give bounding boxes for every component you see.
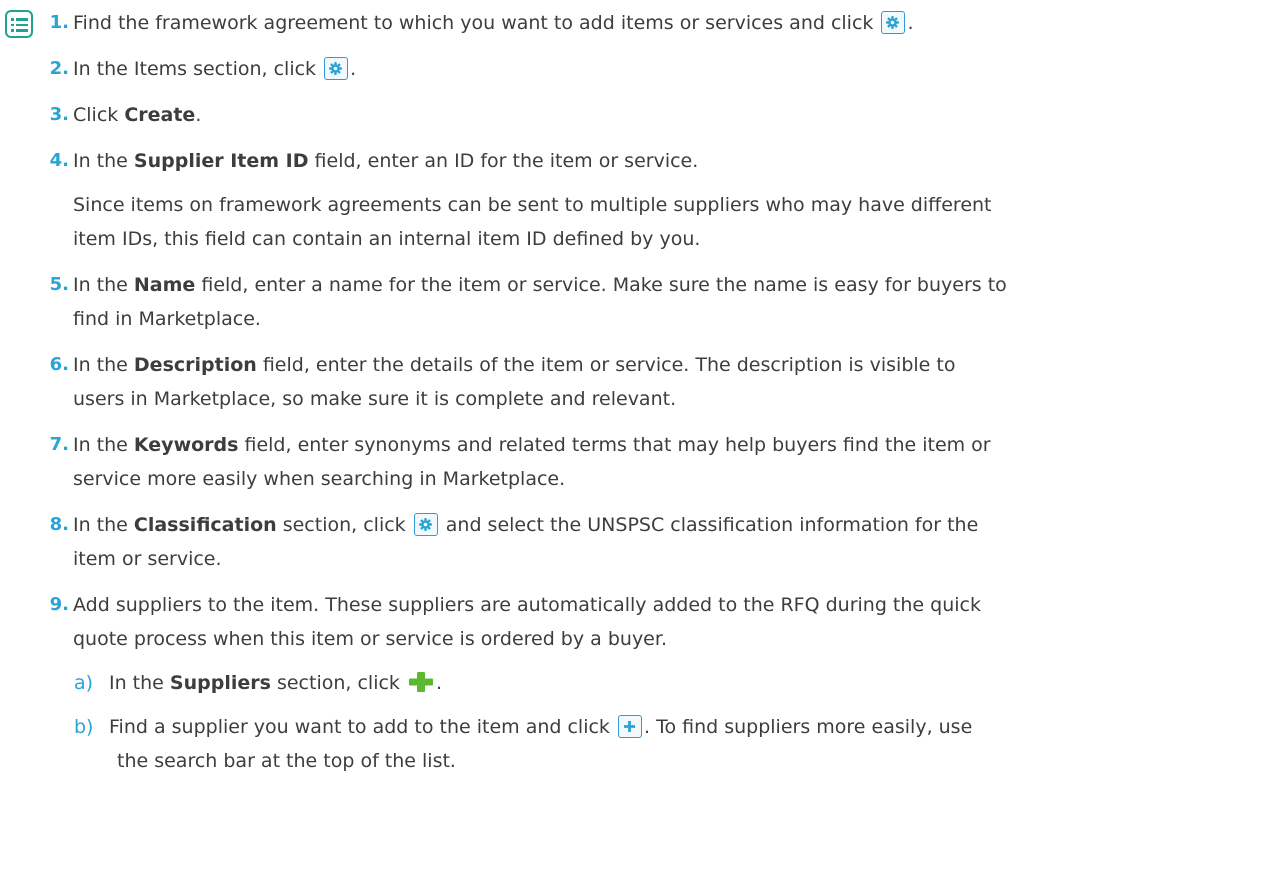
substep-text-line2: the search bar at the top of the list. xyxy=(117,750,456,772)
substep-letter: b) xyxy=(74,716,94,738)
step-text-line2: find in Marketplace. xyxy=(73,308,261,330)
step-text: field, enter synonyms and related terms … xyxy=(238,434,991,456)
substep-text: Find a supplier you want to add to the i… xyxy=(109,716,610,738)
ui-term: Keywords xyxy=(133,434,239,456)
step-4: 4. In the Supplier Item ID field, enter … xyxy=(50,144,1278,256)
step-number: 5. xyxy=(49,274,69,295)
gear-icon xyxy=(413,513,438,536)
step-9: 9. Add suppliers to the item. These supp… xyxy=(50,588,1278,778)
step-text-line2: users in Marketplace, so make sure it is… xyxy=(73,388,677,410)
ui-term: Create xyxy=(124,104,196,126)
step-3: 3. Click Create. xyxy=(50,98,1278,132)
step-2: 2. In the Items section, click . xyxy=(50,52,1278,86)
step-text: In the xyxy=(73,434,134,456)
step-text: Click xyxy=(73,104,125,126)
step-text-end: . xyxy=(195,104,202,126)
substep-text-end: . xyxy=(435,672,443,694)
substep-letter: a) xyxy=(74,672,94,694)
step-text-line2: service more easily when searching in Ma… xyxy=(73,468,566,490)
step-number: 6. xyxy=(49,354,69,375)
step-text: field, enter the details of the item or … xyxy=(256,354,956,376)
substep-a: a) In the Suppliers section, click . xyxy=(74,666,1278,700)
step-6: 6. In the Description field, enter the d… xyxy=(50,348,1278,416)
substep-text: In the xyxy=(109,672,170,694)
step-5: 5. In the Name field, enter a name for t… xyxy=(50,268,1278,336)
substep-b: b) Find a supplier you want to add to th… xyxy=(74,710,1278,778)
step-text-end: . xyxy=(350,58,357,80)
step-number: 1. xyxy=(49,12,69,33)
ui-term: Name xyxy=(133,274,196,296)
step-number: 9. xyxy=(49,594,69,615)
step-text: In the xyxy=(73,514,134,536)
ui-term: Supplier Item ID xyxy=(133,150,309,172)
step-text: Find the framework agreement to which yo… xyxy=(73,12,874,34)
ui-term: Classification xyxy=(133,514,277,536)
step-number: 4. xyxy=(49,150,69,171)
step-note: Since items on framework agreements can … xyxy=(73,188,1278,256)
step-text: field, enter a name for the item or serv… xyxy=(195,274,1007,296)
gear-icon xyxy=(324,57,349,80)
step-text: Add suppliers to the item. These supplie… xyxy=(73,594,981,616)
step-text-end: . xyxy=(907,12,914,34)
step-number: 3. xyxy=(49,104,69,125)
substep-text: section, click xyxy=(270,672,400,694)
green-plus-icon xyxy=(408,672,433,692)
step-number: 2. xyxy=(49,58,69,79)
procedure-steps: 1. Find the framework agreement to which… xyxy=(50,0,1278,772)
step-text: section, click xyxy=(276,514,406,536)
step-7: 7. In the Keywords field, enter synonyms… xyxy=(50,428,1278,496)
step-text: In the Items section, click xyxy=(73,58,317,80)
step-text-line2: item or service. xyxy=(73,548,222,570)
step-8: 8. In the Classification section, click … xyxy=(50,508,1278,576)
step-number: 7. xyxy=(49,434,69,455)
step-text: In the xyxy=(73,354,134,376)
substep-text: . To find suppliers more easily, use xyxy=(643,716,973,738)
step-text-line2: quote process when this item or service … xyxy=(73,628,667,650)
list-icon xyxy=(5,10,33,38)
ui-term: Suppliers xyxy=(169,672,271,694)
ui-term: Description xyxy=(133,354,257,376)
step-text: In the xyxy=(73,274,134,296)
step-note-line: Since items on framework agreements can … xyxy=(73,194,992,216)
step-text: In the xyxy=(73,150,134,172)
gear-icon xyxy=(881,11,906,34)
add-icon xyxy=(617,715,642,738)
step-text: and select the UNSPSC classification inf… xyxy=(439,514,979,536)
step-note-line: item IDs, this field can contain an inte… xyxy=(73,228,701,250)
step-1: 1. Find the framework agreement to which… xyxy=(50,6,1278,40)
step-number: 8. xyxy=(49,514,69,535)
step-text-end: field, enter an ID for the item or servi… xyxy=(308,150,699,172)
